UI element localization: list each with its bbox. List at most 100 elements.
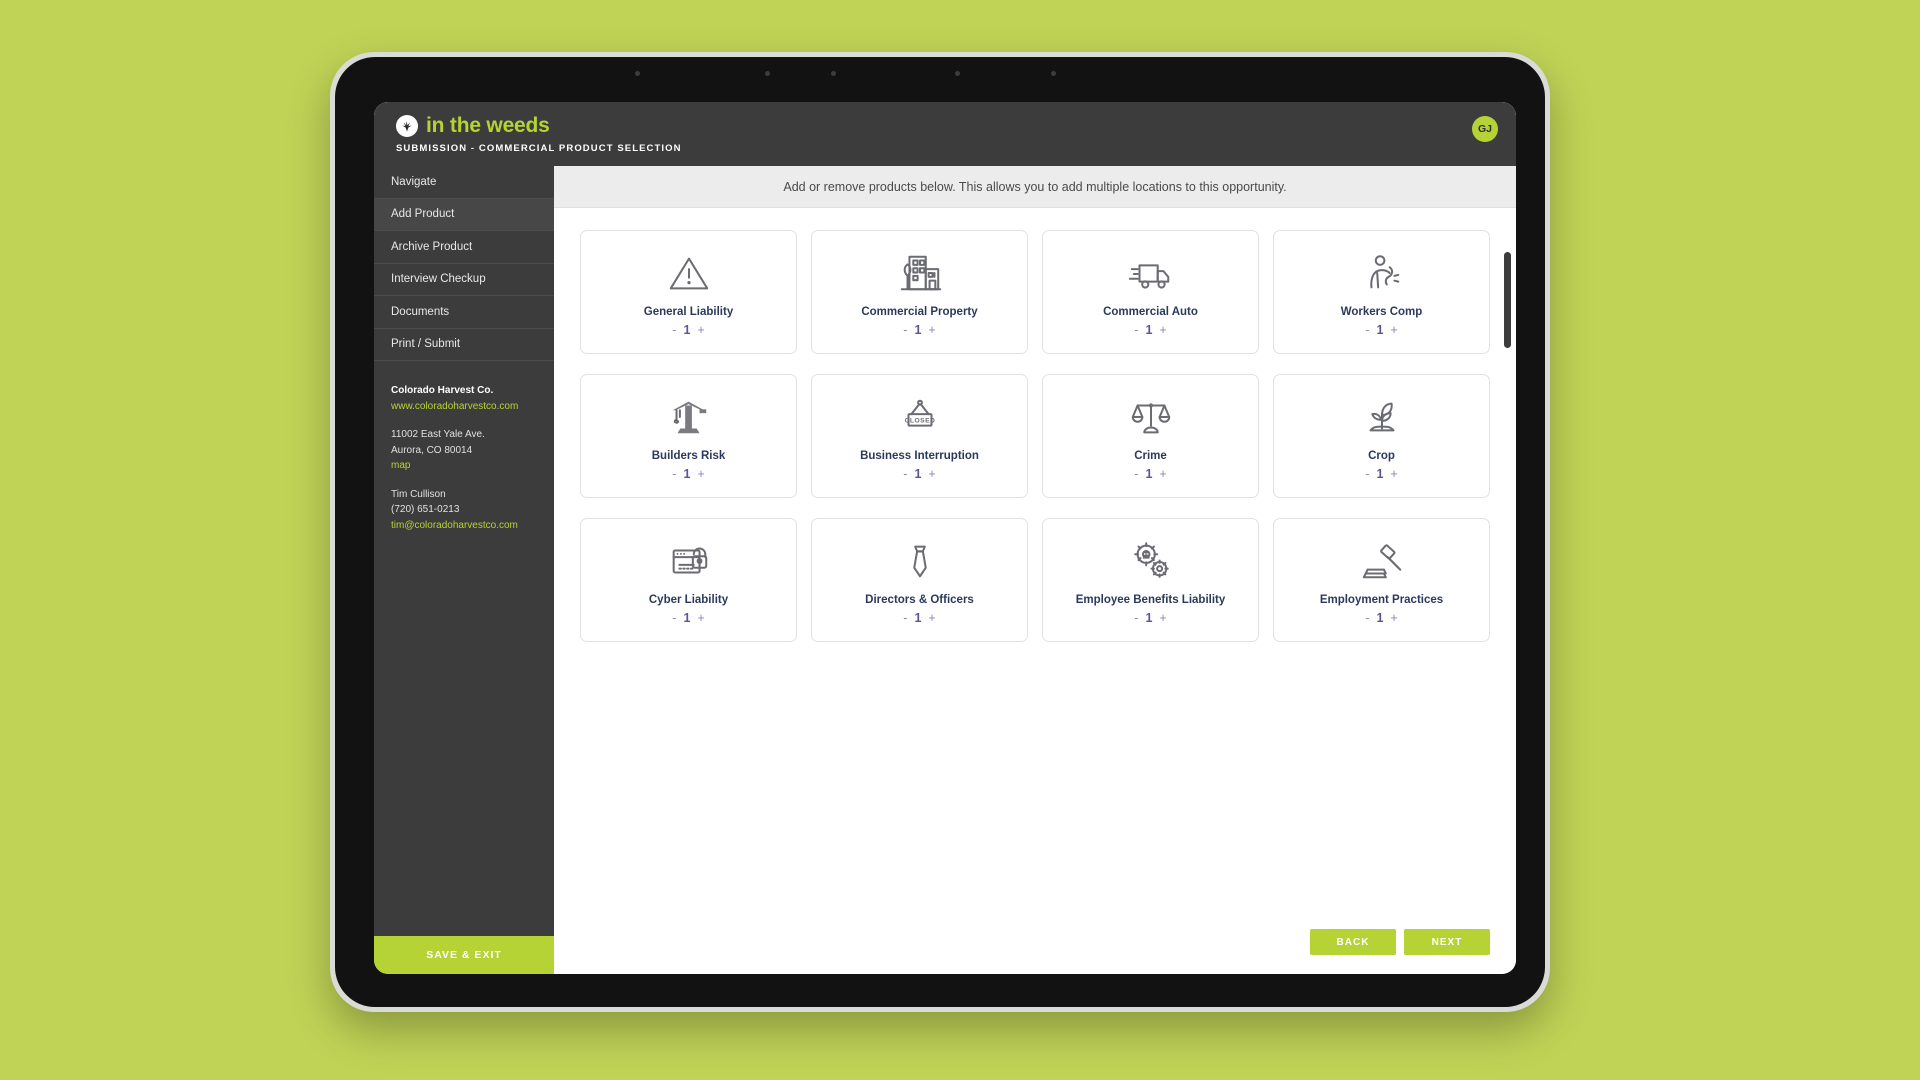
app-header: in the weeds SUBMISSION - COMMERCIAL PRO… — [374, 102, 1516, 166]
quantity-value: 1 — [683, 323, 691, 337]
quantity-value: 1 — [683, 611, 691, 625]
browser-lock-icon — [666, 535, 712, 587]
sidebar-item-label: Archive Product — [391, 240, 473, 253]
contact-phone: (720) 651-0213 — [391, 504, 460, 515]
decrement-button[interactable]: - — [672, 323, 676, 337]
product-card[interactable]: CLOSED Business Interruption -1 + — [811, 374, 1028, 498]
products-area: General Liability -1 + Commercial Property -… — [554, 208, 1516, 910]
product-label: General Liability — [643, 306, 734, 318]
increment-button[interactable]: + — [1159, 467, 1166, 481]
tablet-frame: in the weeds SUBMISSION - COMMERCIAL PRO… — [330, 52, 1550, 1012]
delivery-truck-icon — [1128, 247, 1174, 299]
quantity-stepper: -1 + — [903, 323, 935, 337]
product-label: Business Interruption — [860, 450, 979, 462]
decrement-button[interactable]: - — [1134, 467, 1138, 481]
increment-button[interactable]: + — [928, 323, 935, 337]
product-label: Commercial Property — [861, 306, 978, 318]
product-card[interactable]: Crop -1 + — [1273, 374, 1490, 498]
product-label: Crime — [1134, 450, 1167, 462]
office-building-icon — [897, 247, 943, 299]
decrement-button[interactable]: - — [1365, 323, 1369, 337]
decrement-button[interactable]: - — [903, 323, 907, 337]
sidebar-item-navigate[interactable]: Navigate — [374, 166, 554, 199]
sidebar-item-documents[interactable]: Documents — [374, 296, 554, 329]
warning-triangle-icon — [666, 247, 712, 299]
increment-button[interactable]: + — [1159, 323, 1166, 337]
quantity-stepper: -1 + — [903, 611, 935, 625]
app-body: Navigate Add Product Archive Product Int… — [374, 166, 1516, 974]
scrollbar-track[interactable] — [1504, 252, 1511, 942]
quantity-stepper: -1 + — [1365, 611, 1397, 625]
tablet-bezel: in the weeds SUBMISSION - COMMERCIAL PRO… — [335, 57, 1545, 1007]
increment-button[interactable]: + — [928, 611, 935, 625]
company-website-link[interactable]: www.coloradoharvestco.com — [391, 399, 537, 415]
brand-logo[interactable]: in the weeds — [396, 114, 550, 138]
product-label: Commercial Auto — [1103, 306, 1198, 318]
increment-button[interactable]: + — [928, 467, 935, 481]
product-card[interactable]: General Liability -1 + — [580, 230, 797, 354]
decrement-button[interactable]: - — [903, 467, 907, 481]
quantity-stepper: -1 + — [1134, 611, 1166, 625]
seedling-icon — [1359, 391, 1405, 443]
decrement-button[interactable]: - — [1134, 611, 1138, 625]
save-and-exit-button[interactable]: SAVE & EXIT — [374, 936, 554, 974]
decrement-button[interactable]: - — [1365, 611, 1369, 625]
product-grid: General Liability -1 + Commercial Property -… — [580, 230, 1490, 642]
next-button[interactable]: NEXT — [1404, 929, 1490, 955]
product-card[interactable]: Crime -1 + — [1042, 374, 1259, 498]
quantity-value: 1 — [1145, 467, 1153, 481]
increment-button[interactable]: + — [1390, 467, 1397, 481]
back-button[interactable]: BACK — [1310, 929, 1396, 955]
decrement-button[interactable]: - — [672, 467, 676, 481]
quantity-stepper: -1 + — [1134, 467, 1166, 481]
quantity-value: 1 — [914, 323, 922, 337]
product-label: Cyber Liability — [648, 594, 729, 606]
scrollbar-thumb[interactable] — [1504, 252, 1511, 348]
company-name: Colorado Harvest Co. — [391, 385, 494, 396]
decrement-button[interactable]: - — [672, 611, 676, 625]
quantity-value: 1 — [1145, 611, 1153, 625]
product-card[interactable]: Directors & Officers -1 + — [811, 518, 1028, 642]
map-link[interactable]: map — [391, 458, 537, 474]
contact-panel: Colorado Harvest Co. www.coloradoharvest… — [374, 361, 554, 533]
product-card[interactable]: Cyber Liability -1 + — [580, 518, 797, 642]
sidebar-item-label: Add Product — [391, 208, 455, 221]
product-card[interactable]: Commercial Auto -1 + — [1042, 230, 1259, 354]
brand-name: in the weeds — [426, 114, 550, 137]
gears-person-icon — [1128, 535, 1174, 587]
closed-sign-icon: CLOSED — [897, 391, 943, 443]
product-card[interactable]: Workers Comp -1 + — [1273, 230, 1490, 354]
sidebar-item-interview-checkup[interactable]: Interview Checkup — [374, 264, 554, 296]
sidebar-nav: Navigate Add Product Archive Product Int… — [374, 166, 554, 361]
crane-icon — [666, 391, 712, 443]
quantity-value: 1 — [1376, 611, 1384, 625]
product-card[interactable]: Employee Benefits Liability -1 + — [1042, 518, 1259, 642]
product-card[interactable]: Commercial Property -1 + — [811, 230, 1028, 354]
quantity-stepper: -1 + — [903, 467, 935, 481]
increment-button[interactable]: + — [697, 323, 704, 337]
decrement-button[interactable]: - — [1134, 323, 1138, 337]
weed-plant-logo-icon — [396, 115, 418, 137]
tablet-screen: in the weeds SUBMISSION - COMMERCIAL PRO… — [374, 102, 1516, 974]
quantity-stepper: -1 + — [672, 611, 704, 625]
sidebar-item-archive-product[interactable]: Archive Product — [374, 231, 554, 264]
sidebar-item-print-submit[interactable]: Print / Submit — [374, 329, 554, 361]
increment-button[interactable]: + — [1390, 611, 1397, 625]
product-card[interactable]: Builders Risk -1 + — [580, 374, 797, 498]
increment-button[interactable]: + — [1159, 611, 1166, 625]
increment-button[interactable]: + — [697, 611, 704, 625]
sidebar-item-label: Documents — [391, 305, 450, 318]
main-content: Add or remove products below. This allow… — [554, 166, 1516, 974]
decrement-button[interactable]: - — [903, 611, 907, 625]
quantity-stepper: -1 + — [1365, 467, 1397, 481]
avatar[interactable]: GJ — [1472, 116, 1498, 142]
increment-button[interactable]: + — [1390, 323, 1397, 337]
increment-button[interactable]: + — [697, 467, 704, 481]
product-label: Workers Comp — [1340, 306, 1423, 318]
contact-email-link[interactable]: tim@coloradoharvestco.com — [391, 518, 537, 534]
svg-text:CLOSED: CLOSED — [904, 417, 935, 424]
sidebar-item-add-product[interactable]: Add Product — [374, 198, 554, 231]
product-card[interactable]: Employment Practices -1 + — [1273, 518, 1490, 642]
decrement-button[interactable]: - — [1365, 467, 1369, 481]
